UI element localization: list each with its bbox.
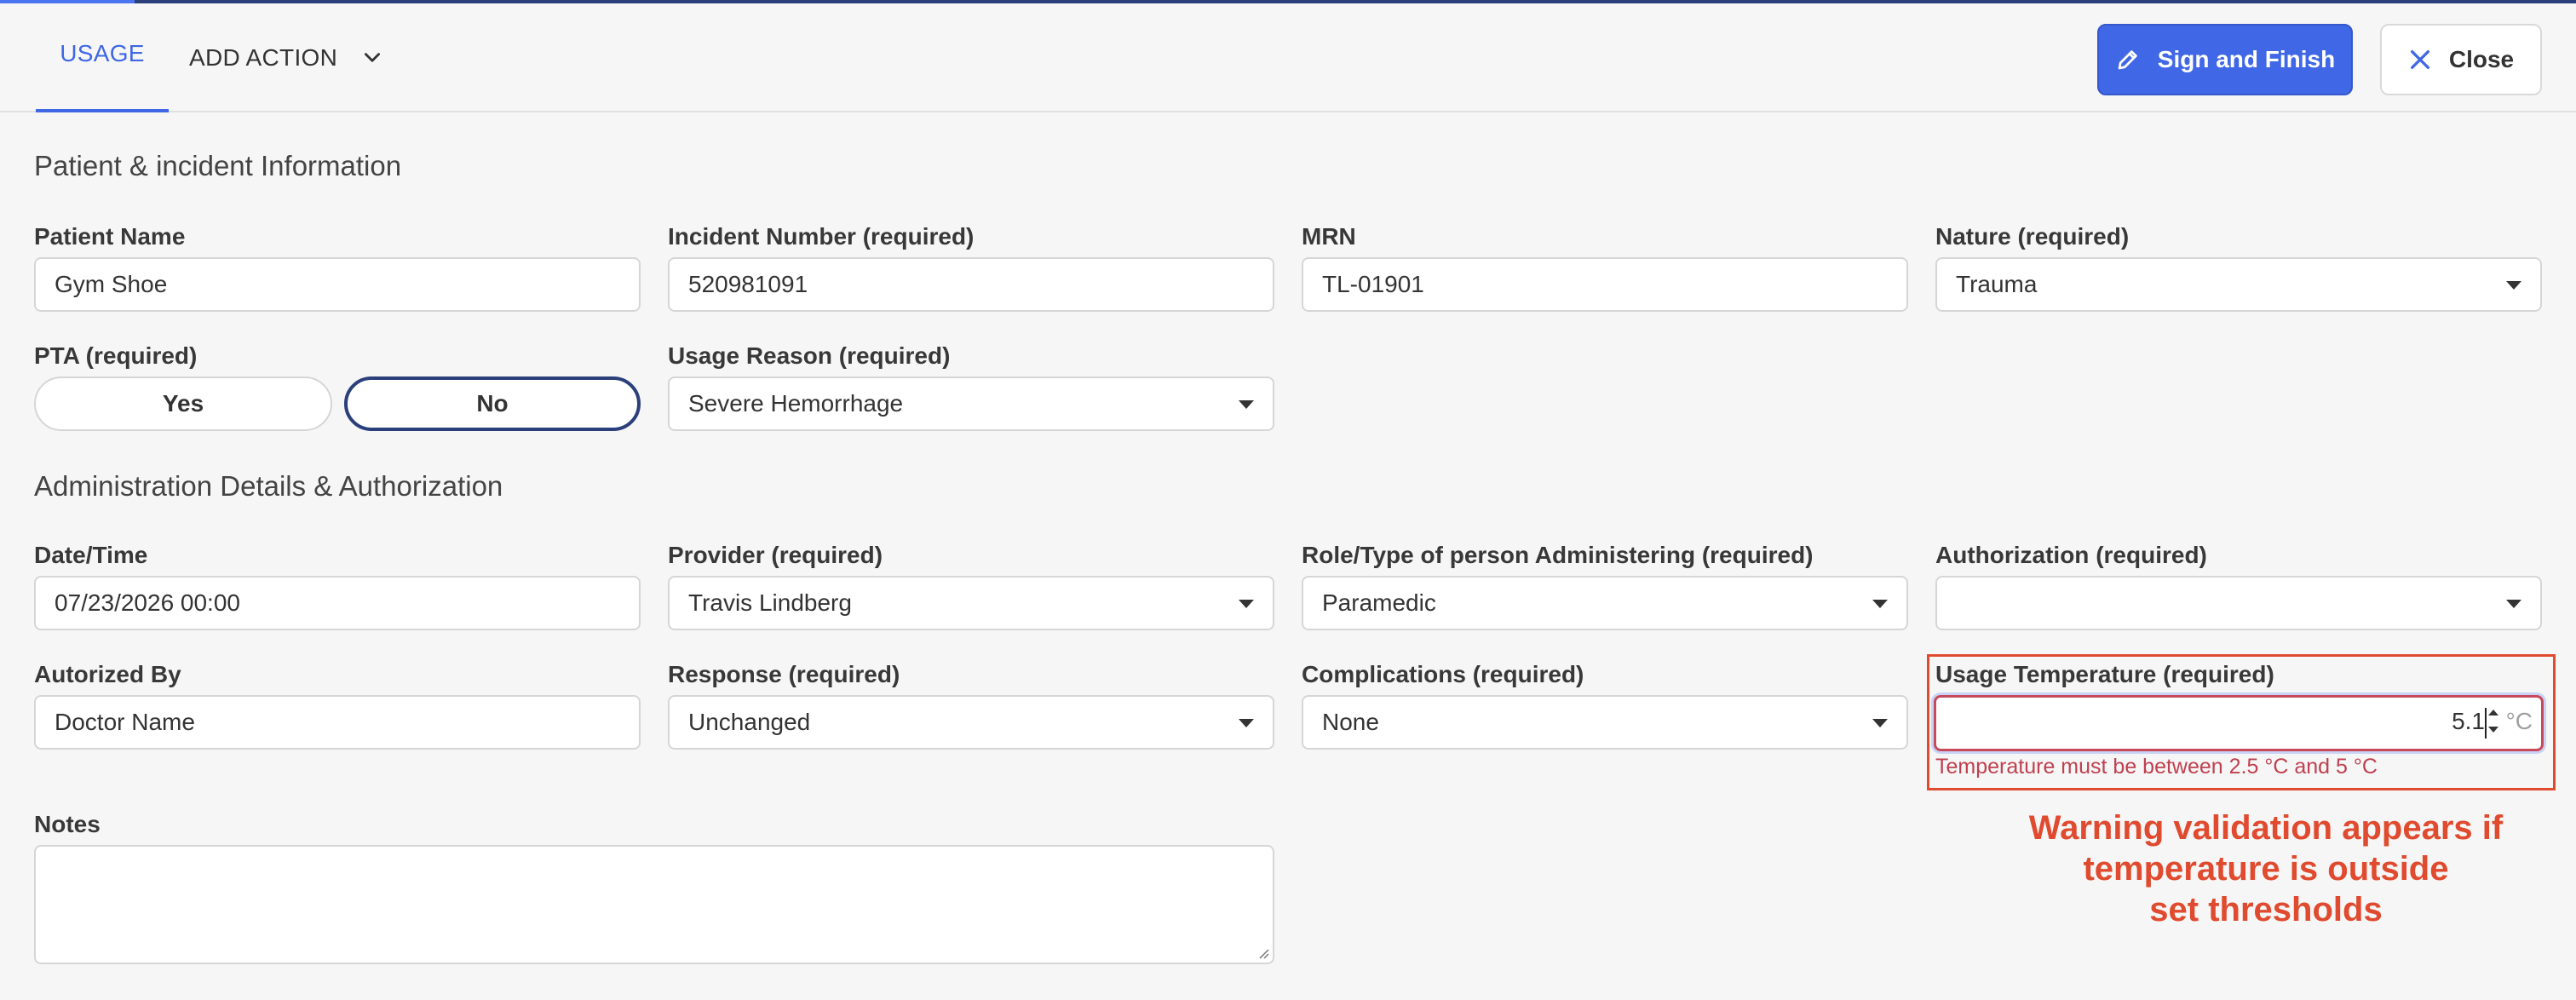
validation-annotation: Warning validation appears if temperatur… [2028, 809, 2504, 928]
usage-form-page: USAGE ADD ACTION Sign and Finish Close P… [0, 0, 2576, 1000]
usage-reason-value: Severe Hemorrhage [688, 390, 904, 417]
temperature-stepper[interactable] [2488, 710, 2498, 739]
close-label: Close [2448, 46, 2515, 72]
mrn-input[interactable]: TL-01901 [1302, 257, 1908, 312]
incident-number-input[interactable]: 520981091 [668, 257, 1274, 312]
response-label: Response (required) [668, 661, 900, 687]
admin-section-title: Administration Details & Authorization [34, 470, 503, 502]
chevron-down-icon [365, 53, 381, 62]
caret-down-icon [2506, 600, 2521, 608]
authorization-label: Authorization (required) [1935, 542, 2207, 568]
complications-value: None [1322, 709, 1379, 735]
caret-down-icon [1872, 719, 1888, 727]
incident-number-label: Incident Number (required) [668, 223, 975, 250]
nature-label: Nature (required) [1935, 223, 2130, 250]
temperature-input[interactable]: 5.1 °C [1934, 695, 2544, 751]
response-value: Unchanged [688, 709, 811, 735]
temperature-label: Usage Temperature (required) [1935, 661, 2274, 687]
pta-label: PTA (required) [34, 342, 198, 369]
datetime-label: Date/Time [34, 542, 148, 568]
sign-and-finish-label: Sign and Finish [2157, 46, 2336, 72]
temperature-value: 5.1 [2452, 708, 2485, 734]
close-button[interactable]: Close [2380, 24, 2542, 95]
patient-name-label: Patient Name [34, 223, 186, 250]
temperature-error-message: Temperature must be between 2.5 °C and 5… [1935, 755, 2378, 779]
pta-yes-label: Yes [162, 390, 204, 417]
authorization-select[interactable] [1935, 576, 2542, 630]
datetime-value: 07/23/2026 00:00 [55, 589, 240, 616]
pta-no-label: No [476, 390, 509, 417]
provider-value: Travis Lindberg [688, 589, 852, 616]
stepper-up-icon[interactable] [2488, 710, 2498, 716]
complications-label: Complications (required) [1302, 661, 1584, 687]
caret-down-icon [2506, 281, 2521, 290]
provider-label: Provider (required) [668, 542, 883, 568]
resize-handle-icon[interactable] [1257, 947, 1269, 959]
pta-no-toggle[interactable]: No [344, 376, 641, 431]
tab-usage-label: USAGE [60, 40, 145, 66]
nature-select[interactable]: Trauma [1935, 257, 2542, 312]
patient-section-title: Patient & incident Information [34, 150, 402, 181]
stepper-down-icon[interactable] [2488, 727, 2498, 733]
caret-down-icon [1239, 719, 1254, 727]
pta-yes-toggle[interactable]: Yes [34, 376, 332, 431]
usage-reason-label: Usage Reason (required) [668, 342, 951, 369]
authorized-by-value: Doctor Name [55, 709, 195, 735]
incident-number-value: 520981091 [688, 271, 808, 297]
notes-textarea[interactable] [34, 845, 1274, 964]
nature-value: Trauma [1956, 271, 2038, 297]
datetime-input[interactable]: 07/23/2026 00:00 [34, 576, 641, 630]
tab-usage[interactable]: USAGE [36, 3, 169, 112]
pencil-icon [2118, 50, 2137, 70]
text-cursor [2485, 708, 2487, 739]
role-select[interactable]: Paramedic [1302, 576, 1908, 630]
sign-and-finish-button[interactable]: Sign and Finish [2097, 24, 2353, 95]
complications-select[interactable]: None [1302, 695, 1908, 750]
role-value: Paramedic [1322, 589, 1436, 616]
caret-down-icon [1239, 600, 1254, 608]
mrn-label: MRN [1302, 223, 1356, 250]
header-bar: USAGE ADD ACTION Sign and Finish Close [0, 3, 2576, 112]
notes-label: Notes [34, 811, 101, 837]
close-icon [2410, 50, 2429, 69]
temperature-unit: °C [2505, 708, 2533, 734]
response-select[interactable]: Unchanged [668, 695, 1274, 750]
patient-name-value: Gym Shoe [55, 271, 168, 297]
mrn-value: TL-01901 [1322, 271, 1424, 297]
caret-down-icon [1872, 600, 1888, 608]
tab-add-action[interactable]: ADD ACTION [189, 3, 402, 112]
role-label: Role/Type of person Administering (requi… [1302, 542, 1814, 568]
patient-name-input[interactable]: Gym Shoe [34, 257, 641, 312]
tab-add-action-label: ADD ACTION [189, 44, 338, 71]
usage-reason-select[interactable]: Severe Hemorrhage [668, 376, 1274, 431]
provider-select[interactable]: Travis Lindberg [668, 576, 1274, 630]
authorized-by-label: Autorized By [34, 661, 181, 687]
caret-down-icon [1239, 400, 1254, 409]
authorized-by-input[interactable]: Doctor Name [34, 695, 641, 750]
